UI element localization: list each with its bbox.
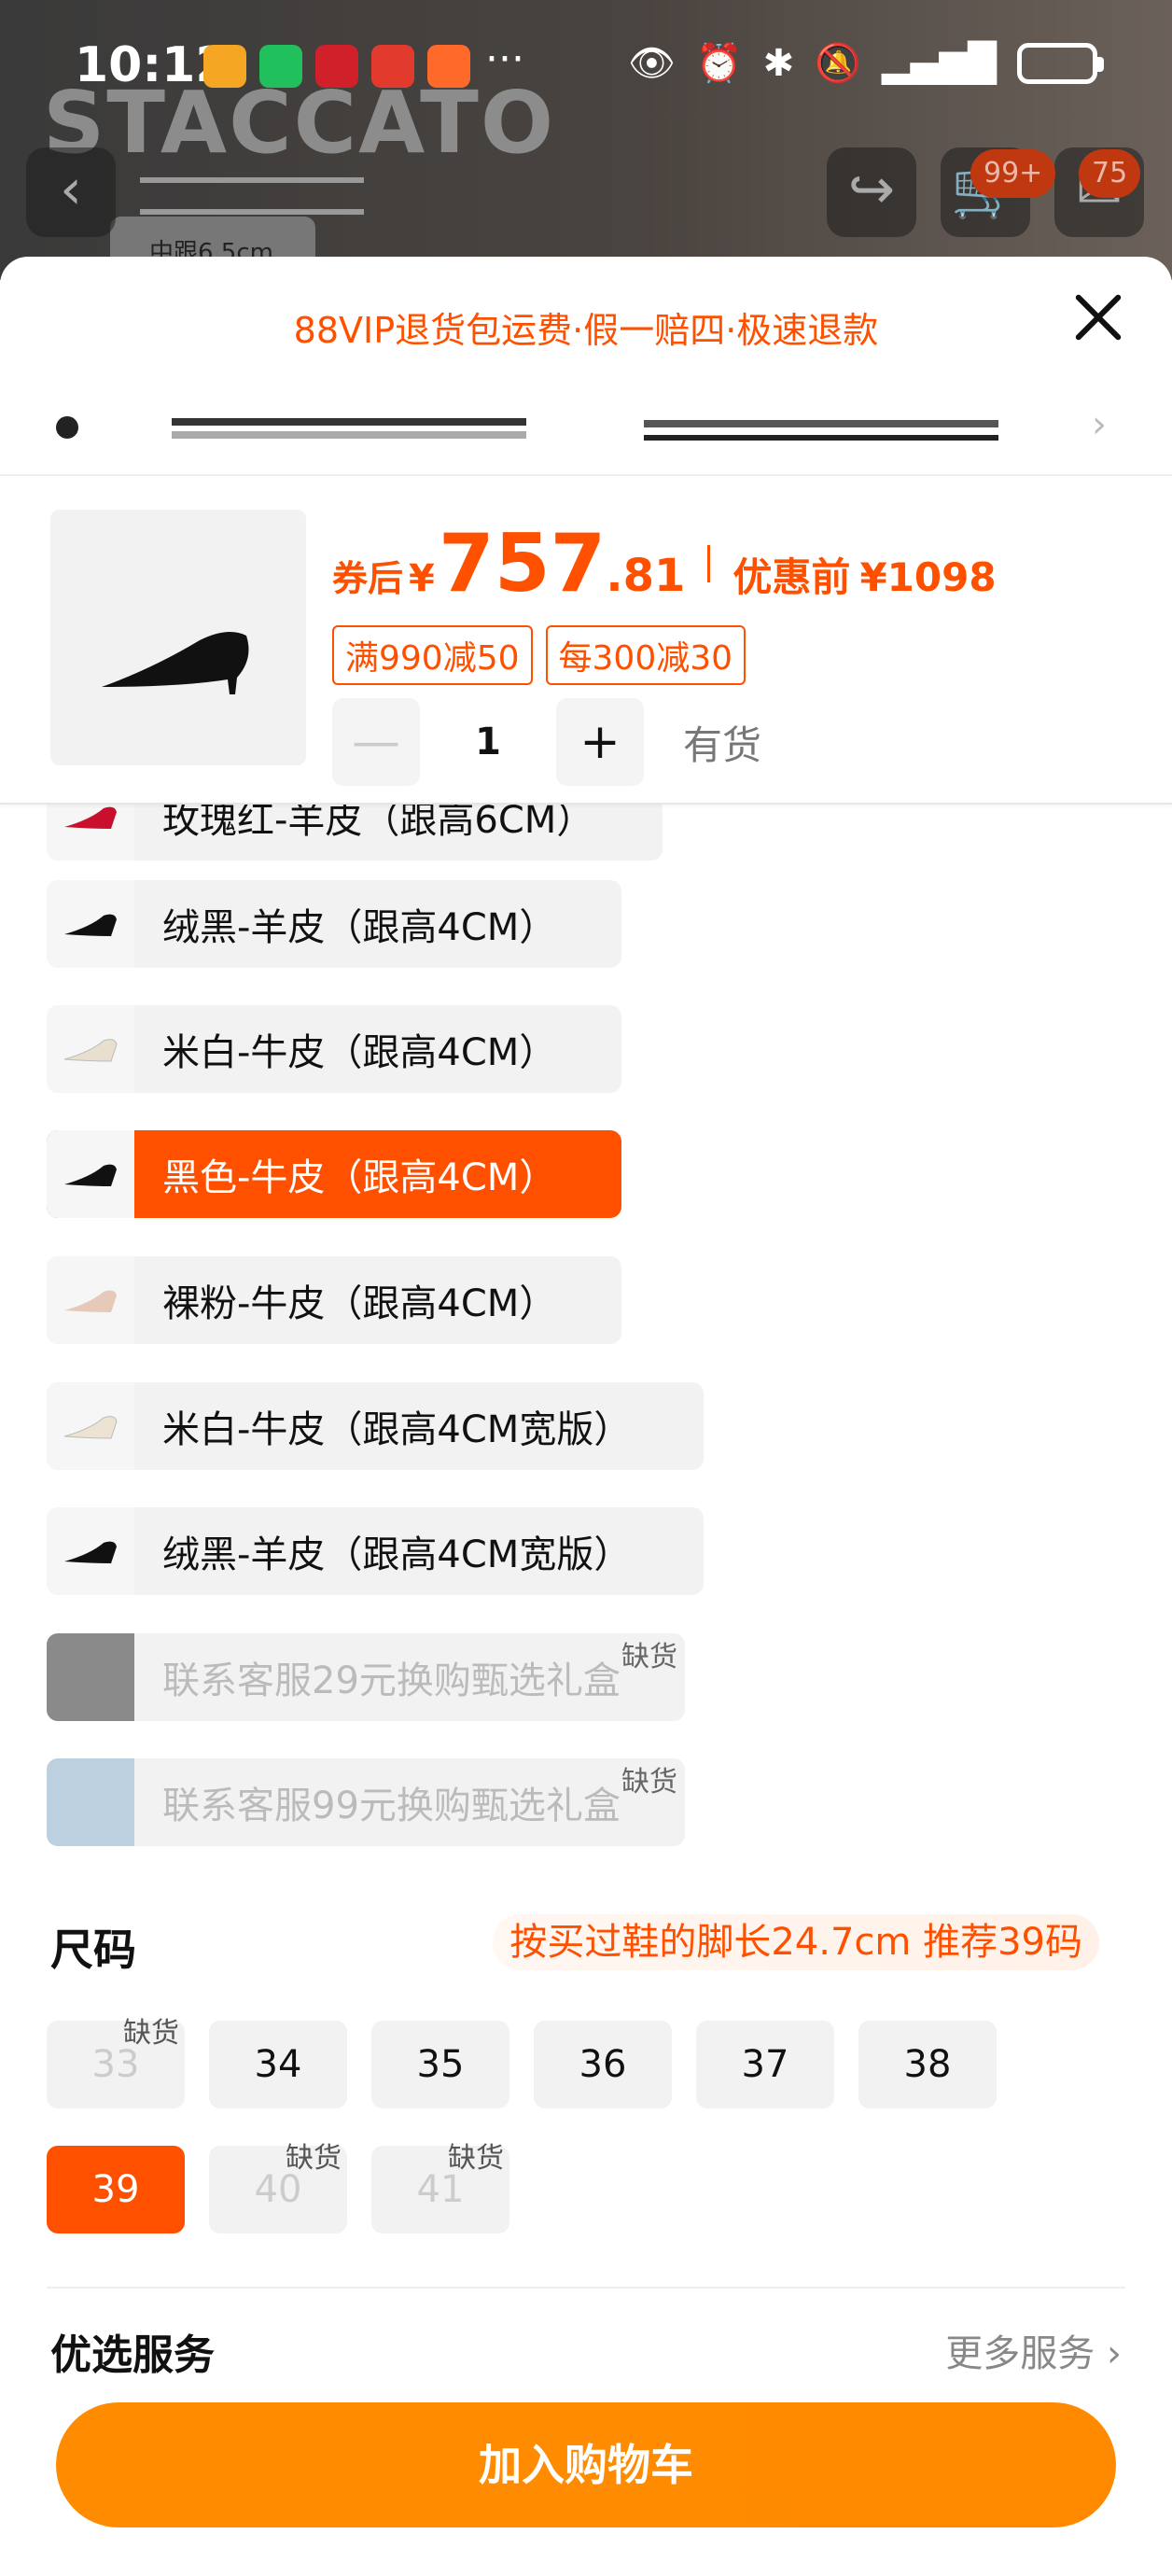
size-option[interactable]: 34 bbox=[209, 2021, 347, 2108]
coupon-badge: 每300减30 bbox=[545, 625, 746, 685]
size-option[interactable]: 37 bbox=[696, 2021, 834, 2108]
color-option-label: 米白-牛皮（跟高4CM） bbox=[162, 1031, 557, 1074]
promo-banner: 88VIP退货包运费·假一赔四·极速退款 bbox=[293, 310, 879, 351]
size-section-title: 尺码 bbox=[50, 1925, 136, 1975]
product-summary: 券后 ¥ 757 .81 优惠前 ¥1098 满990减50 每300减30 —… bbox=[0, 478, 1172, 805]
color-option[interactable]: 绒黑-羊皮（跟高4CM宽版） bbox=[47, 1507, 704, 1595]
price-divider bbox=[707, 545, 711, 582]
original-price: ¥1098 bbox=[859, 554, 997, 600]
color-option-out-of-stock[interactable]: 联系客服29元换购甄选礼盒 缺货 bbox=[47, 1633, 685, 1721]
chevron-right-icon[interactable]: › bbox=[1092, 403, 1107, 446]
nude-shoe-thumbnail bbox=[47, 1256, 134, 1344]
more-services-link[interactable]: 更多服务 › bbox=[945, 2323, 1122, 2377]
size-option-selected[interactable]: 39 bbox=[47, 2146, 185, 2233]
notification-icons bbox=[203, 45, 470, 88]
price-label: 券后 bbox=[332, 558, 404, 599]
mute-icon: 🔕 bbox=[815, 42, 861, 85]
battery-icon bbox=[1017, 42, 1104, 84]
product-thumbnail[interactable] bbox=[50, 510, 306, 765]
tag-text-redacted bbox=[172, 431, 526, 439]
tag-icon bbox=[56, 416, 78, 439]
quantity-stepper: — 1 + 有货 bbox=[332, 698, 761, 786]
black-heel-shoe-icon bbox=[102, 632, 249, 694]
size-option-out-of-stock[interactable]: 33 缺货 bbox=[47, 2017, 185, 2108]
decorative-lines bbox=[140, 177, 364, 215]
tag-text-redacted bbox=[172, 418, 526, 426]
stock-status: 有货 bbox=[683, 721, 762, 768]
size-option[interactable]: 38 bbox=[858, 2021, 997, 2108]
section-divider bbox=[47, 2287, 1125, 2289]
more-notifications-icon: ··· bbox=[485, 35, 524, 83]
add-to-cart-button[interactable]: 加入购物车 bbox=[56, 2402, 1116, 2527]
service-tags-row: › bbox=[0, 383, 1172, 476]
gift-box-thumbnail bbox=[47, 1758, 134, 1846]
back-button[interactable]: ‹ bbox=[26, 147, 116, 237]
color-option-label: 绒黑-羊皮（跟高4CM） bbox=[162, 906, 557, 949]
color-option-label: 裸粉-牛皮（跟高4CM） bbox=[162, 1282, 557, 1325]
app-red2-icon bbox=[371, 45, 414, 88]
beige-shoe-thumbnail bbox=[47, 1005, 134, 1093]
size-option[interactable]: 36 bbox=[534, 2021, 672, 2108]
app-orange-icon bbox=[427, 45, 470, 88]
black-shoe-thumbnail bbox=[47, 1507, 134, 1595]
color-option-selected[interactable]: 黑色-牛皮（跟高4CM） bbox=[47, 1130, 621, 1218]
sku-selector-sheet: 88VIP退货包运费·假一赔四·极速退款 › 券后 ¥ 757 .81 优惠前 … bbox=[0, 257, 1172, 2576]
tag-text-redacted bbox=[644, 420, 998, 427]
color-option-label: 绒黑-羊皮（跟高4CM宽版） bbox=[162, 1533, 632, 1576]
size-recommendation[interactable]: 按买过鞋的脚长24.7cm 推荐39码 bbox=[493, 1914, 1099, 1970]
black-shoe-thumbnail bbox=[47, 880, 134, 968]
price-row: 券后 ¥ 757 .81 优惠前 ¥1098 bbox=[332, 517, 997, 610]
service-section-title: 优选服务 bbox=[50, 2331, 215, 2379]
original-price-label: 优惠前 bbox=[732, 554, 851, 600]
color-option-label: 黑色-牛皮（跟高4CM） bbox=[162, 1156, 557, 1199]
system-icons: 👁 ⏰ ✱ 🔕 ▂▄▆█ bbox=[628, 41, 1104, 85]
out-of-stock-tag: 缺货 bbox=[621, 1641, 677, 1673]
signal-icon: ▂▄▆█ bbox=[881, 41, 997, 85]
weibo-icon bbox=[203, 45, 246, 88]
black-shoe-thumbnail bbox=[47, 1130, 134, 1218]
out-of-stock-tag: 缺货 bbox=[123, 2017, 179, 2050]
cart-count-badge: 99+ bbox=[970, 149, 1056, 198]
color-option[interactable]: 米白-牛皮（跟高4CM） bbox=[47, 1005, 621, 1093]
color-option-label: 联系客服29元换购甄选礼盒 bbox=[162, 1659, 621, 1702]
bluetooth-icon: ✱ bbox=[762, 41, 795, 85]
coupon-list: 满990减50 每300减30 bbox=[332, 625, 746, 685]
out-of-stock-tag: 缺货 bbox=[621, 1766, 677, 1799]
wechat-icon bbox=[259, 45, 302, 88]
increase-quantity-button[interactable]: + bbox=[556, 698, 644, 786]
price-integer: 757 bbox=[438, 517, 607, 610]
alarm-icon: ⏰ bbox=[695, 42, 743, 85]
price-currency: ¥ bbox=[409, 557, 435, 600]
color-option[interactable]: 米白-牛皮（跟高4CM宽版） bbox=[47, 1382, 704, 1470]
size-option-out-of-stock[interactable]: 40 缺货 bbox=[209, 2142, 347, 2233]
share-button[interactable]: ↪ bbox=[827, 147, 916, 237]
out-of-stock-tag: 缺货 bbox=[286, 2142, 342, 2175]
close-icon[interactable] bbox=[1066, 285, 1131, 350]
size-option[interactable]: 35 bbox=[371, 2021, 509, 2108]
price-decimal: .81 bbox=[606, 550, 686, 602]
app-red-icon bbox=[315, 45, 358, 88]
eye-icon: 👁 bbox=[628, 42, 676, 85]
color-option[interactable]: 绒黑-羊皮（跟高4CM） bbox=[47, 880, 621, 968]
color-option[interactable]: 裸粉-牛皮（跟高4CM） bbox=[47, 1256, 621, 1344]
beige-shoe-thumbnail bbox=[47, 1382, 134, 1470]
status-bar: 10:12 ··· 👁 ⏰ ✱ 🔕 ▂▄▆█ bbox=[0, 0, 1172, 131]
size-option-out-of-stock[interactable]: 41 缺货 bbox=[371, 2142, 509, 2233]
out-of-stock-tag: 缺货 bbox=[448, 2142, 504, 2175]
quantity-value[interactable]: 1 bbox=[420, 721, 556, 763]
color-option-label: 联系客服99元换购甄选礼盒 bbox=[162, 1785, 621, 1827]
color-option-label: 米白-牛皮（跟高4CM宽版） bbox=[162, 1408, 632, 1451]
color-option-out-of-stock[interactable]: 联系客服99元换购甄选礼盒 缺货 bbox=[47, 1758, 685, 1846]
decrease-quantity-button[interactable]: — bbox=[332, 698, 420, 786]
tag-text-redacted bbox=[644, 435, 998, 441]
coupon-badge: 满990减50 bbox=[332, 625, 533, 685]
message-count-badge: 75 bbox=[1079, 149, 1141, 198]
gift-box-thumbnail bbox=[47, 1633, 134, 1721]
